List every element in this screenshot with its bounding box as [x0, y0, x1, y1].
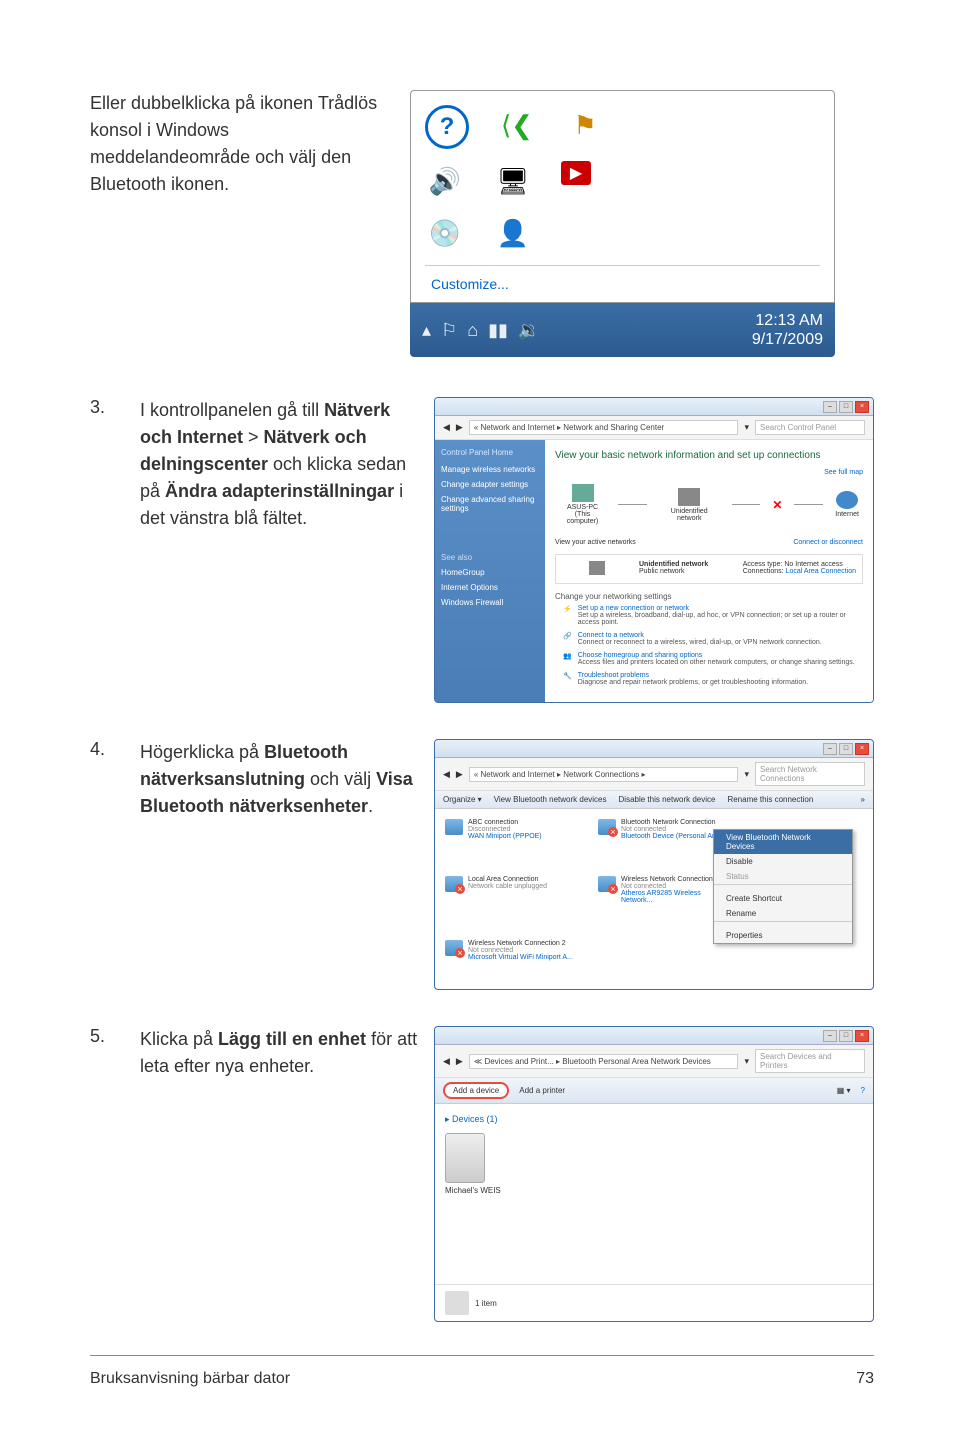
- devices-category[interactable]: ▸ Devices (1): [445, 1114, 863, 1125]
- update-icon[interactable]: ▶: [561, 161, 591, 185]
- flag-icon[interactable]: ⚐: [441, 320, 457, 341]
- maximize-button[interactable]: □: [839, 1030, 853, 1042]
- intro-text: Eller dubbelklicka på ikonen Trådlös kon…: [90, 90, 390, 357]
- full-map-link[interactable]: See full map: [555, 469, 863, 476]
- help-button[interactable]: ?: [861, 1086, 865, 1095]
- homegroup-link[interactable]: Choose homegroup and sharing options: [578, 652, 855, 659]
- taskbar: ▴ ⚐ ⌂ ▮▮ 🔉 12:13 AM 9/17/2009: [410, 303, 835, 357]
- address-bar[interactable]: ≪ Devices and Print... ▸ Bluetooth Perso…: [469, 1054, 739, 1069]
- forward-button[interactable]: ▶: [456, 1056, 463, 1067]
- add-printer-button[interactable]: Add a printer: [519, 1086, 565, 1095]
- local-area-link[interactable]: Local Area Connection: [786, 568, 856, 575]
- sidebar-wireless[interactable]: Manage wireless networks: [441, 465, 539, 474]
- connection-item[interactable]: ABC connectionDisconnectedWAN Miniport (…: [445, 819, 580, 858]
- ctx-view-bt[interactable]: View Bluetooth Network Devices: [714, 830, 852, 854]
- add-device-button[interactable]: Add a device: [443, 1082, 509, 1099]
- sidebar-sharing[interactable]: Change advanced sharing settings: [441, 495, 539, 513]
- close-button[interactable]: ×: [855, 743, 869, 755]
- back-button[interactable]: ◀: [443, 769, 450, 780]
- connect-disconnect-link[interactable]: Connect or disconnect: [793, 539, 863, 546]
- network-connections-window: –□× ◀ ▶ « Network and Internet ▸ Network …: [434, 739, 874, 990]
- volume-icon[interactable]: 🔊: [425, 161, 465, 201]
- forward-button[interactable]: ▶: [456, 422, 463, 433]
- close-button[interactable]: ×: [855, 401, 869, 413]
- sidebar: Control Panel Home Manage wireless netwo…: [435, 440, 545, 702]
- clock[interactable]: 12:13 AM 9/17/2009: [752, 311, 823, 349]
- connection-item[interactable]: ×Wireless Network Connection 2Not connec…: [445, 940, 580, 979]
- sidebar-internet-options[interactable]: Internet Options: [441, 583, 539, 592]
- sidebar-firewall[interactable]: Windows Firewall: [441, 598, 539, 607]
- battery-icon[interactable]: ⌂: [467, 320, 478, 341]
- step-3-text: I kontrollpanelen gå till Nätverk och In…: [140, 397, 418, 532]
- minimize-button[interactable]: –: [823, 401, 837, 413]
- ctx-properties[interactable]: Properties: [714, 928, 852, 943]
- bluetooth-icon[interactable]: ?: [425, 105, 469, 149]
- action-center-icon[interactable]: ⚑: [565, 105, 605, 145]
- close-button[interactable]: ×: [855, 1030, 869, 1042]
- tray-screenshot: ? ⟨❮ ⚑ 🔊 🖥 ▶ 💿 👤 Customize... ▴: [410, 90, 835, 357]
- ctx-rename[interactable]: Rename: [714, 906, 852, 921]
- speaker-icon[interactable]: 🔉: [518, 320, 540, 341]
- toolbar-rename[interactable]: Rename this connection: [727, 795, 813, 804]
- connect-network-link[interactable]: Connect to a network: [578, 632, 822, 639]
- maximize-button[interactable]: □: [839, 743, 853, 755]
- organize-menu[interactable]: Organize ▾: [443, 795, 482, 804]
- minimize-button[interactable]: –: [823, 743, 837, 755]
- connection-item[interactable]: ×Local Area ConnectionNetwork cable unpl…: [445, 876, 580, 922]
- ctx-status: Status: [714, 869, 852, 884]
- back-button[interactable]: ◀: [443, 1056, 450, 1067]
- devices-printers-window: –□× ◀ ▶ ≪ Devices and Print... ▸ Bluetoot…: [434, 1026, 874, 1322]
- disc-icon[interactable]: 💿: [425, 213, 465, 253]
- setup-connection-link[interactable]: Set up a new connection or network: [578, 605, 863, 612]
- address-bar[interactable]: « Network and Internet ▸ Network and Sha…: [469, 420, 739, 435]
- search-input[interactable]: Search Devices and Printers: [755, 1049, 865, 1073]
- ctx-shortcut[interactable]: Create Shortcut: [714, 891, 852, 906]
- footer-icon: [445, 1291, 469, 1315]
- sidebar-adapter[interactable]: Change adapter settings: [441, 480, 539, 489]
- address-bar[interactable]: « Network and Internet ▸ Network Connect…: [469, 767, 739, 782]
- step-5-number: 5.: [90, 1026, 120, 1322]
- page-footer: Bruksanvisning bärbar dator 73: [90, 1355, 874, 1388]
- troubleshoot-link[interactable]: Troubleshoot problems: [578, 672, 808, 679]
- footer-count: 1 item: [475, 1299, 497, 1308]
- step-4-text: Högerklicka på Bluetooth nätverksanslutn…: [140, 739, 418, 820]
- sidebar-homegroup[interactable]: HomeGroup: [441, 568, 539, 577]
- context-menu: View Bluetooth Network Devices Disable S…: [713, 829, 853, 944]
- ctx-disable[interactable]: Disable: [714, 854, 852, 869]
- show-hidden-icon[interactable]: ▴: [422, 320, 431, 341]
- wifi-icon[interactable]: ▮▮: [488, 320, 508, 341]
- search-input[interactable]: Search Network Connections: [755, 762, 865, 786]
- maximize-button[interactable]: □: [839, 401, 853, 413]
- back-button[interactable]: ◀: [443, 422, 450, 433]
- step-3-number: 3.: [90, 397, 120, 703]
- network-heading: View your basic network information and …: [555, 450, 863, 461]
- network-icon[interactable]: ⟨❮: [497, 105, 537, 145]
- network-sharing-center-window: –□× ◀ ▶ « Network and Internet ▸ Network …: [434, 397, 874, 703]
- search-input[interactable]: Search Control Panel: [755, 420, 865, 435]
- step-5-text: Klicka på Lägg till en enhet för att let…: [140, 1026, 418, 1080]
- device-item[interactable]: Michael's WEIS: [445, 1133, 501, 1195]
- minimize-button[interactable]: –: [823, 1030, 837, 1042]
- toolbar-disable[interactable]: Disable this network device: [619, 795, 716, 804]
- toolbar-view-bt[interactable]: View Bluetooth network devices: [494, 795, 607, 804]
- monitor-icon[interactable]: 🖥: [493, 161, 533, 201]
- step-4-number: 4.: [90, 739, 120, 990]
- view-options[interactable]: ▦ ▾: [837, 1086, 851, 1095]
- customize-link[interactable]: Customize...: [425, 265, 820, 302]
- forward-button[interactable]: ▶: [456, 769, 463, 780]
- user-icon[interactable]: 👤: [493, 213, 533, 253]
